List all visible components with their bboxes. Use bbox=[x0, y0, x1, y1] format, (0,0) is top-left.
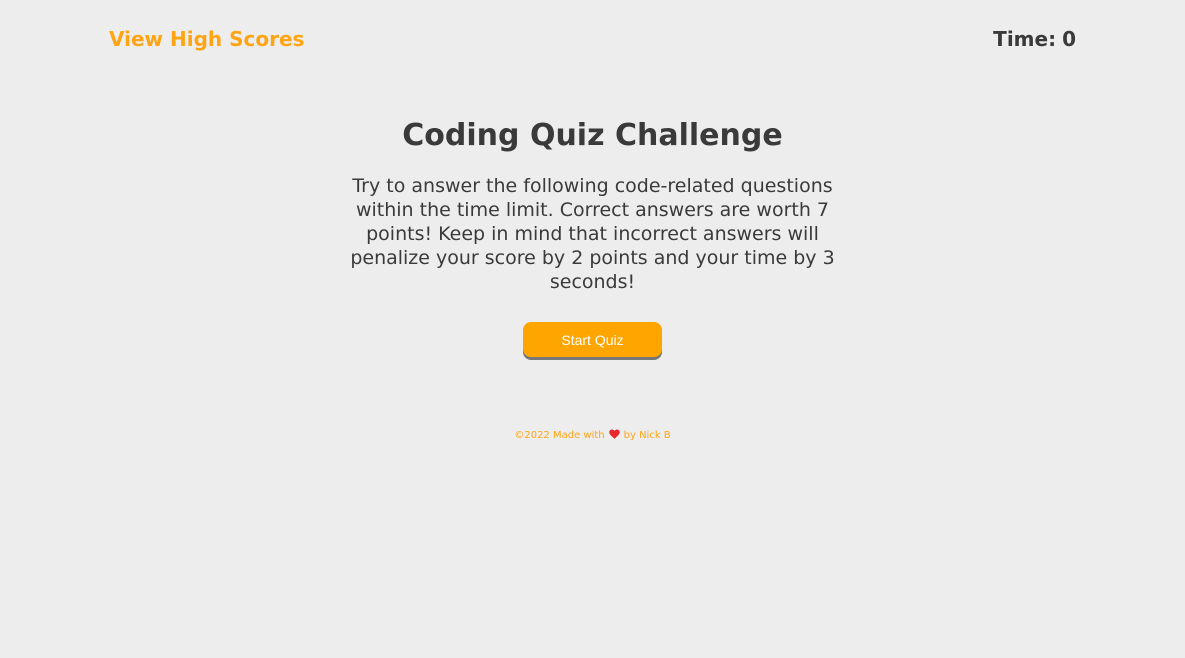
quiz-intro: Coding Quiz Challenge Try to answer the … bbox=[0, 116, 1185, 357]
heart-icon bbox=[608, 429, 620, 442]
timer-value: 0 bbox=[1062, 27, 1076, 51]
view-high-scores-link[interactable]: View High Scores bbox=[109, 27, 304, 51]
start-quiz-button[interactable]: Start Quiz bbox=[523, 322, 662, 357]
footer-suffix: by Nick B bbox=[623, 430, 671, 441]
footer: ©2022 Made with by Nick B bbox=[0, 429, 1185, 442]
header: View High Scores Time: 0 bbox=[0, 0, 1185, 80]
page-title: Coding Quiz Challenge bbox=[402, 118, 783, 153]
timer-label: Time: bbox=[993, 27, 1057, 51]
timer: Time: 0 bbox=[993, 27, 1076, 51]
quiz-instructions: Try to answer the following code-related… bbox=[350, 175, 835, 293]
footer-prefix: ©2022 Made with bbox=[514, 430, 605, 441]
